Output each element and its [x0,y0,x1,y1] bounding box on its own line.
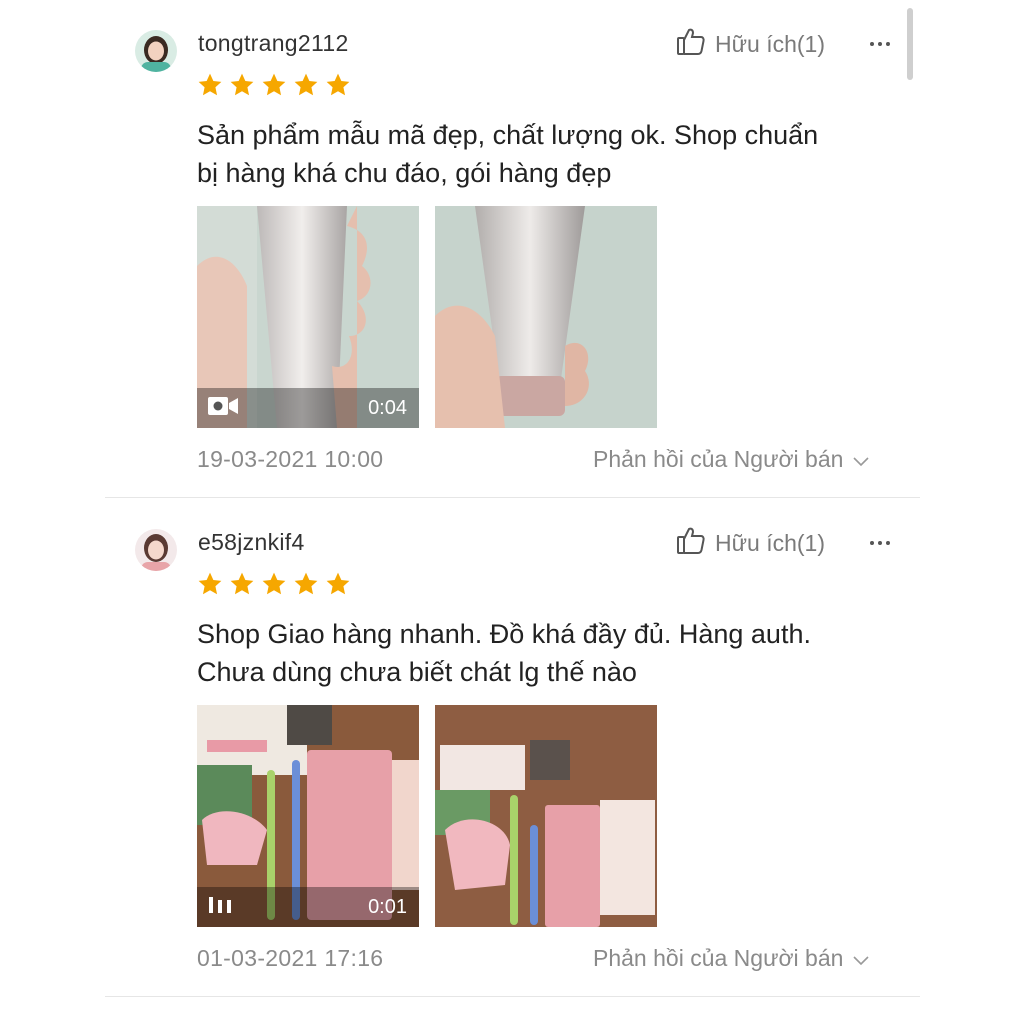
scrollbar[interactable] [907,8,913,80]
star-icon [294,73,318,96]
chevron-down-icon [853,446,869,473]
review-comment: Shop Giao hàng nhanh. Đồ khá đầy đủ. Hàn… [197,619,811,687]
avatar[interactable] [135,529,177,571]
star-icon [198,572,222,595]
review-date: 19-03-2021 10:00 [197,446,384,472]
star-icon [230,73,254,96]
video-bar: 0:01 [197,887,419,927]
star-icon [294,572,318,595]
helpful-label: Hữu ích(1) [715,30,825,57]
review-video-thumbnail[interactable]: 0:01 [197,705,419,927]
star-icon [198,73,222,96]
star-icon [326,572,350,595]
reviews-panel: tongtrang2112 Hữu ích(1) Sản phẩm mẫu mã… [105,0,920,1024]
helpful-label: Hữu ích(1) [715,529,825,556]
more-options-icon[interactable] [865,525,895,561]
star-rating [197,571,351,597]
star-icon [262,572,286,595]
username[interactable]: e58jznkif4 [198,529,305,556]
video-camera-icon [207,395,239,422]
review-photo[interactable] [435,705,657,927]
video-bar: 0:04 [197,388,419,428]
video-duration: 0:01 [368,895,407,918]
helpful-button[interactable]: Hữu ích(1) [675,525,825,561]
star-rating [197,72,351,98]
review-item: tongtrang2112 Hữu ích(1) Sản phẩm mẫu mã… [105,0,920,498]
star-icon [230,572,254,595]
helpful-button[interactable]: Hữu ích(1) [675,26,825,62]
seller-reply-label: Phản hồi của Người bán [593,446,844,472]
thumbs-up-icon [675,25,707,63]
review-video-thumbnail[interactable]: 0:04 [197,206,419,428]
seller-reply-toggle[interactable]: Phản hồi của Người bán [593,446,869,473]
chevron-down-icon [853,945,869,972]
review-item: e58jznkif4 Hữu ích(1) Shop Giao hàng nha… [105,499,920,997]
more-options-icon[interactable] [865,26,895,62]
avatar[interactable] [135,30,177,72]
thumbs-up-icon [675,524,707,562]
pause-icon [207,895,235,920]
seller-reply-toggle[interactable]: Phản hồi của Người bán [593,945,869,972]
star-icon [326,73,350,96]
review-comment: Sản phẩm mẫu mã đẹp, chất lượng ok. Shop… [197,120,819,188]
review-date: 01-03-2021 17:16 [197,945,384,971]
star-icon [262,73,286,96]
seller-reply-label: Phản hồi của Người bán [593,945,844,971]
video-duration: 0:04 [368,396,407,419]
username[interactable]: tongtrang2112 [198,30,349,57]
review-photo[interactable] [435,206,657,428]
